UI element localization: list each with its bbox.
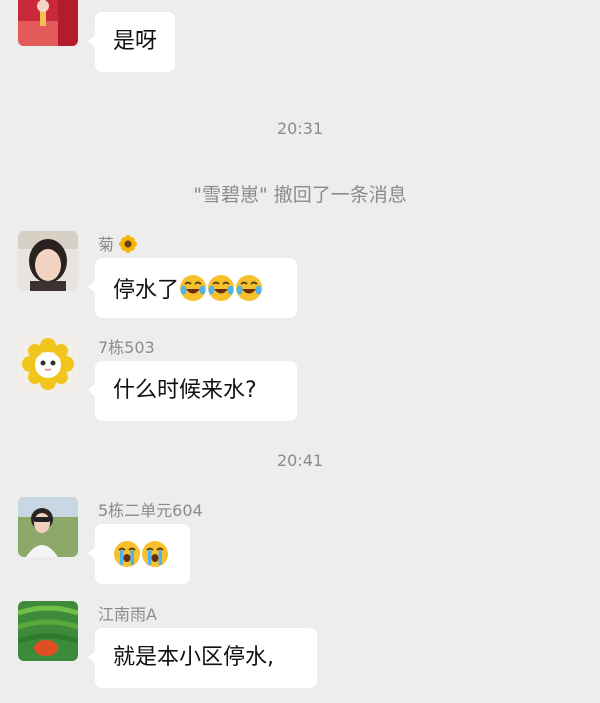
loudly-crying-emoji (113, 540, 141, 568)
timestamp: 20:31 (276, 119, 324, 138)
crying-laughing-emoji (235, 274, 263, 302)
sender-name: 菊 (98, 235, 138, 255)
message-bubble[interactable] (88, 524, 190, 584)
sunflower-icon (119, 235, 138, 253)
message-text: 就是本小区停水, (113, 645, 274, 670)
avatar[interactable] (18, 0, 78, 46)
crying-laughing-emoji (179, 274, 207, 302)
message-bubble[interactable]: 什么时候来水? (88, 361, 297, 421)
message-bubble[interactable]: 就是本小区停水, (88, 628, 317, 688)
crying-laughing-emoji (207, 274, 235, 302)
timestamp: 20:41 (276, 451, 324, 470)
avatar[interactable] (18, 497, 78, 557)
sender-name: 江南雨A (98, 605, 157, 624)
avatar[interactable] (18, 334, 78, 394)
message-text: 什么时候来水? (113, 378, 257, 403)
loudly-crying-emoji (141, 540, 169, 568)
message-text: 是呀 (113, 29, 158, 54)
avatar[interactable] (18, 231, 78, 291)
message-text: 停水了 (113, 278, 180, 303)
sender-name: 5栋二单元604 (98, 501, 203, 520)
recall-notice: "雪碧崽" 撤回了一条消息 (193, 184, 407, 206)
sender-name: 7栋503 (98, 338, 155, 357)
message-bubble[interactable]: 是呀 (87, 12, 176, 72)
avatar[interactable] (18, 601, 78, 661)
message-bubble[interactable]: 停水了 (88, 258, 297, 318)
